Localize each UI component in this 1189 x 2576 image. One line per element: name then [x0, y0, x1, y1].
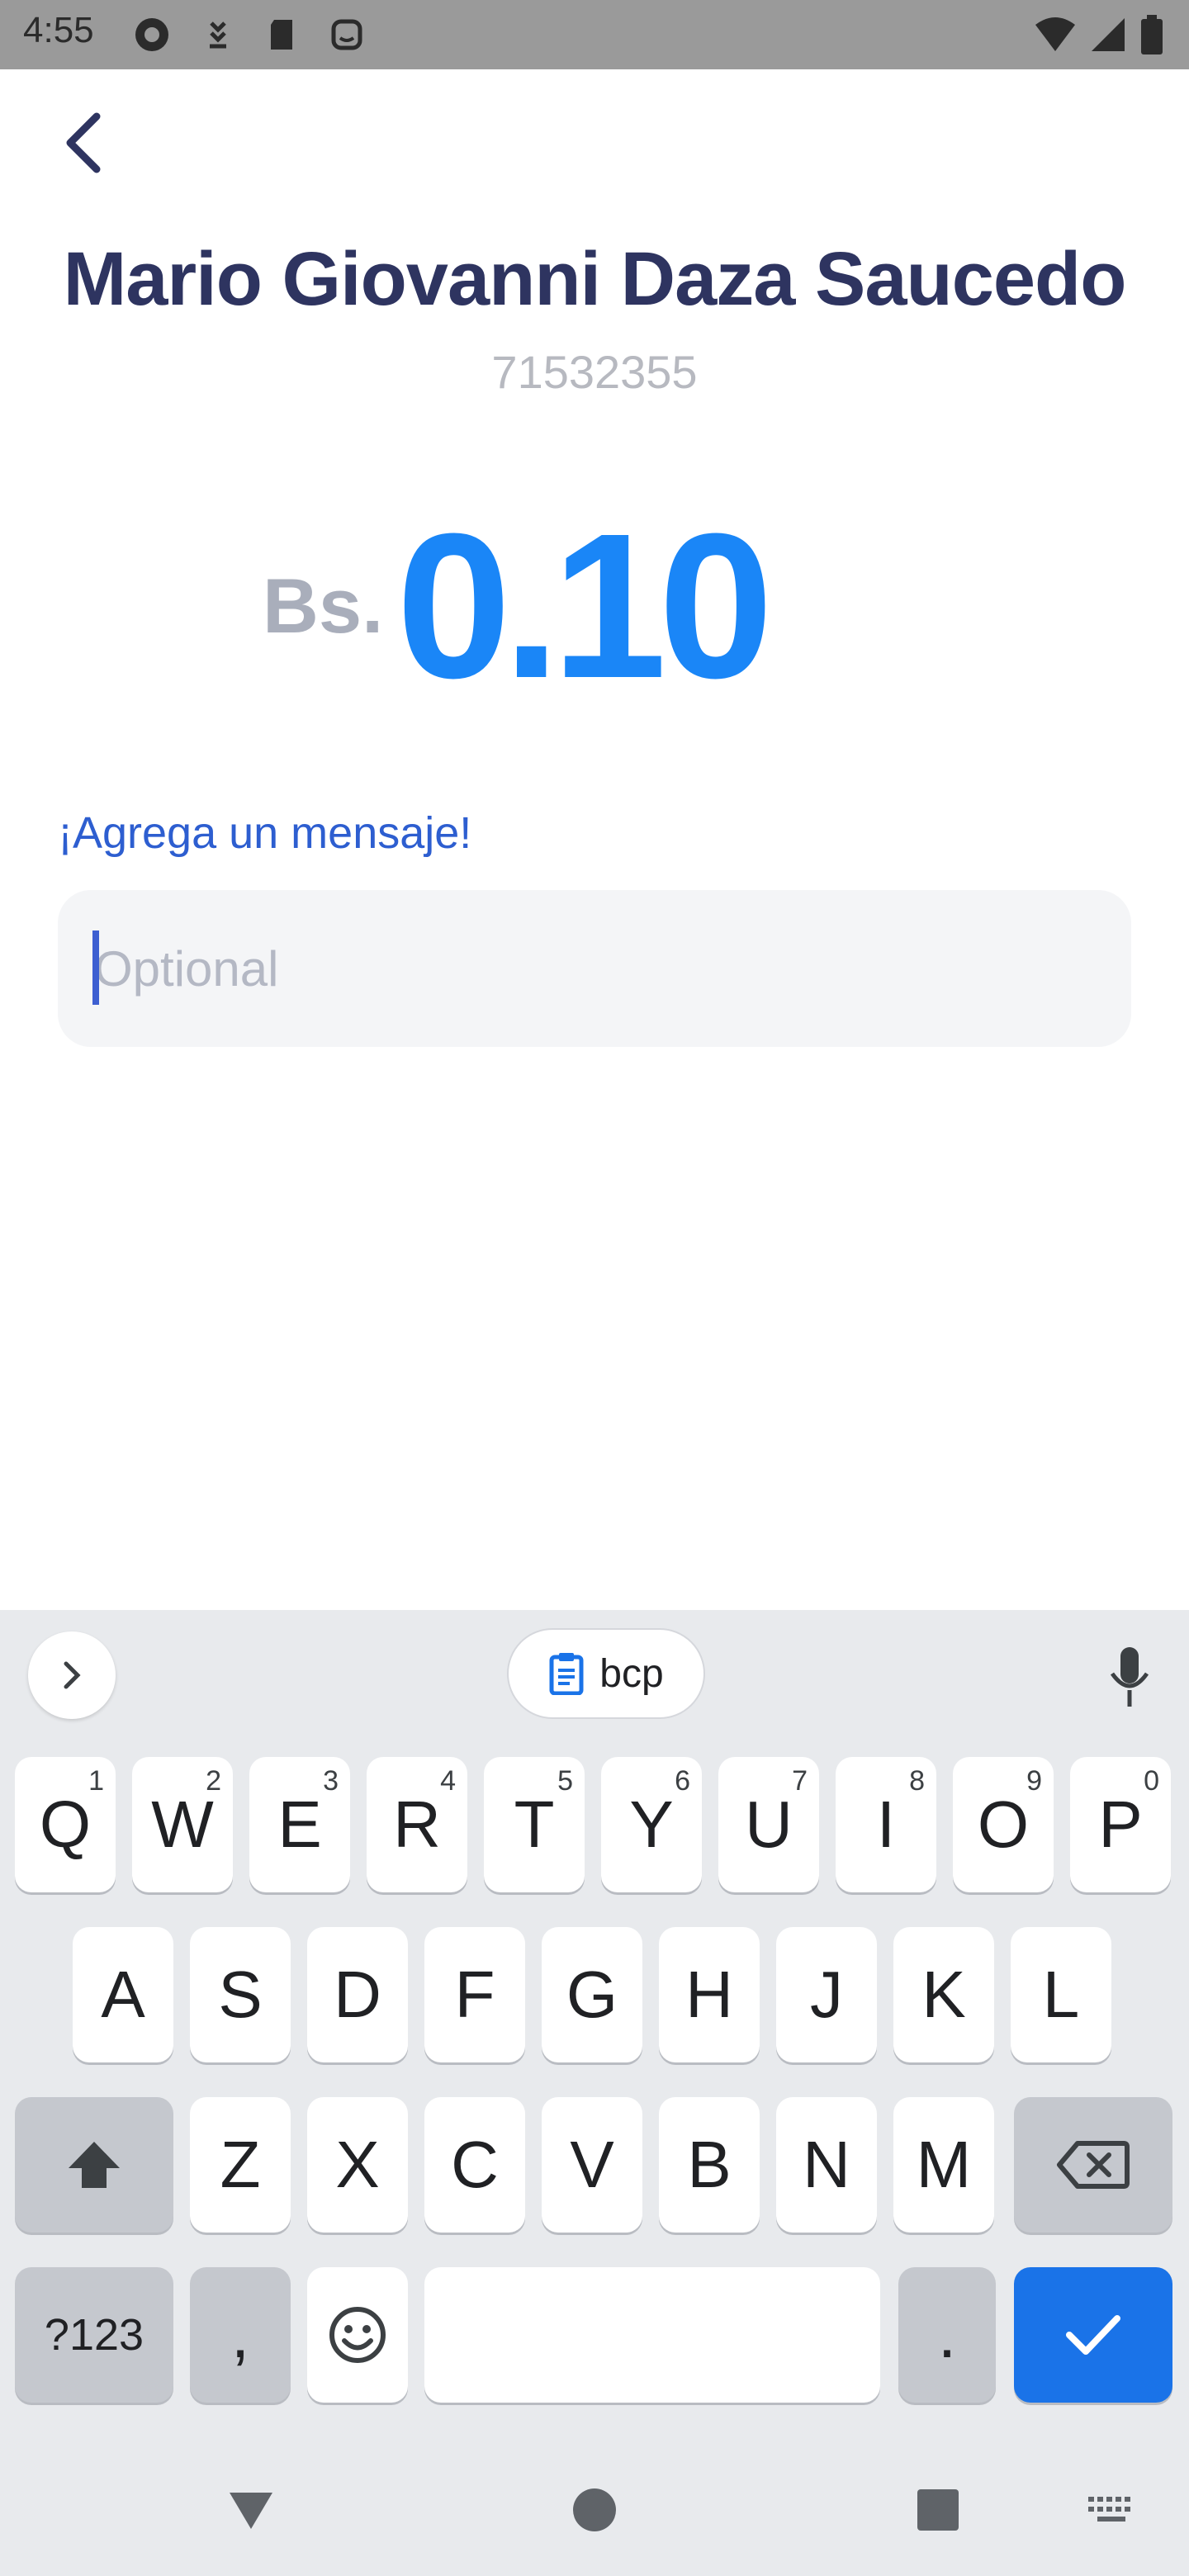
- signal-icon: [1092, 18, 1125, 51]
- currency-label: Bs.: [263, 562, 384, 649]
- keyboard-icon: [1088, 2497, 1130, 2522]
- status-bar: 4:55: [0, 0, 1189, 69]
- triangle-down-icon: [230, 2493, 272, 2529]
- keyboard-switch-button[interactable]: [1078, 2477, 1144, 2543]
- shift-icon: [69, 2142, 120, 2188]
- sd-card-icon: [271, 20, 292, 50]
- recipient-phone: 71532355: [491, 346, 698, 398]
- text-cursor: [92, 930, 99, 1005]
- chevron-right-icon: [64, 1661, 81, 1689]
- nav-recents-button[interactable]: [905, 2477, 971, 2543]
- key-g[interactable]: G: [542, 1927, 642, 2062]
- status-time: 4:55: [23, 10, 94, 50]
- key-m[interactable]: M: [893, 2097, 994, 2233]
- key-x[interactable]: X: [307, 2097, 408, 2233]
- square-icon: [917, 2489, 959, 2531]
- key-q[interactable]: Q1: [15, 1757, 116, 1892]
- key-y[interactable]: Y6: [601, 1757, 702, 1892]
- expand-toolbar-button[interactable]: [28, 1631, 116, 1719]
- home-circle-icon: [573, 2488, 616, 2531]
- key-t[interactable]: T5: [484, 1757, 585, 1892]
- emoji-icon: [329, 2307, 386, 2363]
- microphone-icon: [1110, 1647, 1149, 1707]
- wifi-icon: [1035, 17, 1075, 51]
- backspace-key[interactable]: [1014, 2097, 1172, 2233]
- key-e[interactable]: E3: [249, 1757, 350, 1892]
- amount-value: 0.10: [396, 490, 774, 721]
- keyboard: bcp Q1 W2 E3 R4 T5 Y6 U7 I8 O9 P0 A S D …: [0, 1610, 1189, 2576]
- comma-key[interactable]: ,: [190, 2267, 291, 2403]
- download-icon: [210, 21, 226, 49]
- key-a[interactable]: A: [73, 1927, 173, 2062]
- amount-display: Bs. 0.10: [0, 487, 1189, 721]
- clipboard-suggestion-text: bcp: [599, 1651, 664, 1696]
- clipboard-icon: [549, 1653, 584, 1695]
- message-label: ¡Agrega un mensaje!: [58, 808, 472, 858]
- chevron-left-icon: [66, 112, 101, 173]
- backspace-icon: [1057, 2141, 1130, 2189]
- checkmark-icon: [1066, 2315, 1120, 2355]
- key-f[interactable]: F: [424, 1927, 525, 2062]
- done-key[interactable]: [1014, 2267, 1172, 2403]
- nav-home-button[interactable]: [561, 2477, 628, 2543]
- key-c[interactable]: C: [424, 2097, 525, 2233]
- shift-key[interactable]: [15, 2097, 173, 2233]
- app-notification-icon: [135, 18, 168, 51]
- key-k[interactable]: K: [893, 1927, 994, 2062]
- back-button[interactable]: [50, 106, 116, 180]
- key-n[interactable]: N: [776, 2097, 877, 2233]
- key-i[interactable]: I8: [836, 1757, 936, 1892]
- symbols-key[interactable]: ?123: [15, 2267, 173, 2403]
- key-r[interactable]: R4: [367, 1757, 467, 1892]
- key-z[interactable]: Z: [190, 2097, 291, 2233]
- emoji-key[interactable]: [307, 2267, 408, 2403]
- key-d[interactable]: D: [307, 1927, 408, 2062]
- navigation-bar: [0, 2444, 1189, 2576]
- message-input[interactable]: [58, 890, 1131, 1047]
- key-w[interactable]: W2: [132, 1757, 233, 1892]
- key-v[interactable]: V: [542, 2097, 642, 2233]
- key-u[interactable]: U7: [718, 1757, 819, 1892]
- key-b[interactable]: B: [659, 2097, 760, 2233]
- key-l[interactable]: L: [1011, 1927, 1111, 2062]
- clipboard-suggestion-chip[interactable]: bcp: [507, 1628, 705, 1719]
- key-o[interactable]: O9: [953, 1757, 1054, 1892]
- voice-input-button[interactable]: [1103, 1640, 1156, 1714]
- period-key[interactable]: .: [898, 2267, 996, 2403]
- recipient-name: Mario Giovanni Daza Saucedo: [63, 237, 1127, 321]
- space-key[interactable]: [424, 2267, 880, 2403]
- key-j[interactable]: J: [776, 1927, 877, 2062]
- key-h[interactable]: H: [659, 1927, 760, 2062]
- battery-icon: [1141, 15, 1163, 54]
- keyboard-toolbar: bcp: [0, 1610, 1189, 1719]
- key-p[interactable]: P0: [1070, 1757, 1171, 1892]
- key-s[interactable]: S: [190, 1927, 291, 2062]
- assistant-icon: [331, 19, 362, 50]
- nav-back-button[interactable]: [218, 2477, 284, 2543]
